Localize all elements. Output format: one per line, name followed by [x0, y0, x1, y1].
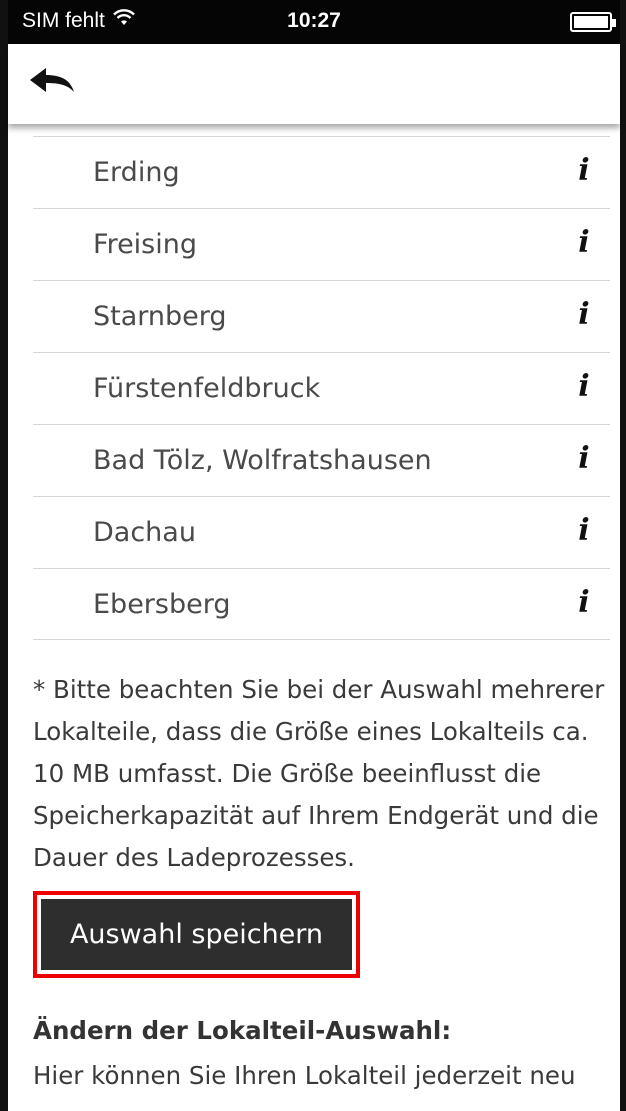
list-item-starnberg[interactable]: Starnberg i — [33, 280, 610, 352]
info-icon[interactable]: i — [570, 369, 598, 404]
back-arrow-icon — [30, 68, 74, 92]
info-icon[interactable]: i — [570, 513, 598, 548]
battery-icon — [570, 12, 616, 32]
lokalteil-list: Erding i Freising i Starnberg i Fürstenf… — [33, 136, 610, 640]
list-item-label: Bad Tölz, Wolfratshausen — [93, 445, 432, 476]
list-item-freising[interactable]: Freising i — [33, 208, 610, 280]
section-heading: Ändern der Lokalteil-Auswahl: — [33, 1016, 452, 1045]
list-item-label: Starnberg — [93, 301, 227, 332]
navigation-bar — [8, 44, 620, 124]
save-selection-button[interactable]: Auswahl speichern — [41, 899, 352, 970]
status-bar: SIM fehlt 10:27 — [8, 0, 620, 44]
list-item-label: Freising — [93, 229, 198, 260]
info-icon[interactable]: i — [570, 153, 598, 188]
list-item-dachau[interactable]: Dachau i — [33, 496, 610, 568]
clock: 10:27 — [287, 9, 341, 32]
info-icon[interactable]: i — [570, 585, 598, 620]
info-icon[interactable]: i — [570, 225, 598, 260]
info-icon[interactable]: i — [570, 441, 598, 476]
section-text: Hier können Sie Ihren Lokalteil jederzei… — [33, 1061, 576, 1090]
list-item-label: Erding — [93, 157, 180, 188]
list-item-fuerstenfeldbruck[interactable]: Fürstenfeldbruck i — [33, 352, 610, 424]
back-button[interactable] — [28, 66, 84, 106]
list-item-label: Fürstenfeldbruck — [93, 373, 321, 404]
list-item-label: Ebersberg — [93, 588, 231, 620]
list-item-label: Dachau — [93, 517, 196, 548]
size-notice: * Bitte beachten Sie bei der Auswahl meh… — [33, 669, 606, 879]
list-item-erding[interactable]: Erding i — [33, 136, 610, 208]
notice-line: 10 MB umfasst. Die Größe beeinflusst die — [33, 759, 542, 788]
list-item-bad-toelz[interactable]: Bad Tölz, Wolfratshausen i — [33, 424, 610, 496]
notice-line: * Bitte beachten Sie bei der Auswahl meh… — [33, 675, 605, 704]
list-item-ebersberg[interactable]: Ebersberg i — [33, 568, 610, 640]
content-area: Erding i Freising i Starnberg i Fürstenf… — [8, 124, 620, 1111]
info-icon[interactable]: i — [570, 297, 598, 332]
save-button-highlight: Auswahl speichern — [33, 891, 360, 978]
notice-line: Dauer des Ladeprozesses. — [33, 843, 355, 872]
notice-line: Speicherkapazität auf Ihrem Endgerät und… — [33, 801, 599, 830]
notice-line: Lokalteile, dass die Größe eines Lokalte… — [33, 717, 589, 746]
